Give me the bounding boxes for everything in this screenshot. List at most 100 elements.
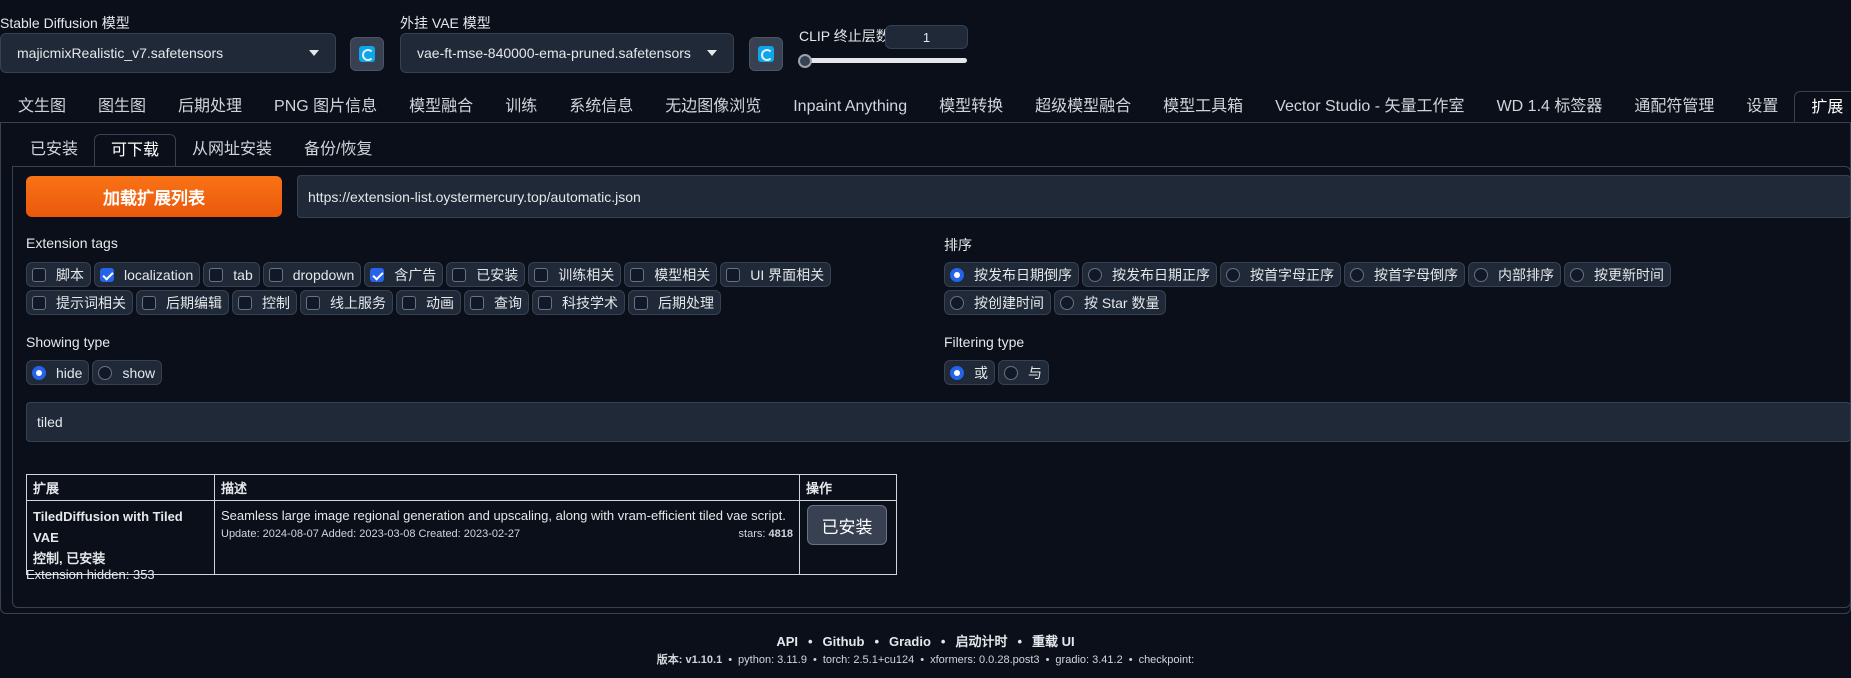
tab-12[interactable]: Vector Studio - 矢量工作室 [1259,91,1480,123]
checkbox[interactable] [306,295,320,310]
installed-button[interactable]: 已安装 [807,505,887,545]
tag-option[interactable]: 查询 [464,290,529,315]
checkbox[interactable] [726,267,741,282]
clip-skip-input[interactable]: 1 [885,25,968,49]
checkbox[interactable] [634,295,648,310]
radio-button[interactable] [950,267,964,282]
checkbox[interactable] [268,267,283,282]
tag-option[interactable]: localization [94,262,201,287]
checkbox[interactable] [452,267,467,282]
extension-index-url-input[interactable]: https://extension-list.oystermercury.top… [297,175,1851,218]
checkbox[interactable] [370,267,385,282]
footer-link-0[interactable]: API [776,634,798,649]
radio-button[interactable] [1226,267,1240,282]
radio-button[interactable] [98,365,113,380]
showing-type-option[interactable]: show [92,360,163,385]
sort-option-label: 按首字母正序 [1250,266,1334,283]
tab-16[interactable]: 扩展 [1794,91,1851,123]
tab-15[interactable]: 设置 [1730,91,1794,123]
checkbox[interactable] [100,267,114,282]
subtab-0[interactable]: 已安装 [14,134,94,166]
subtab-2[interactable]: 从网址安装 [176,134,288,166]
tab-5[interactable]: 训练 [489,91,553,123]
tag-option[interactable]: tab [203,262,260,287]
tag-option[interactable]: 已安装 [446,262,526,287]
footer-link-3[interactable]: 启动计时 [955,634,1007,649]
extension-name-link[interactable]: TiledDiffusion with Tiled VAE 控制, 已安装 [33,506,208,569]
checkbox[interactable] [142,295,156,310]
tab-7[interactable]: 无边图像浏览 [649,91,777,123]
tag-option[interactable]: 脚本 [26,262,91,287]
sort-option[interactable]: 按 Star 数量 [1054,290,1167,315]
tab-6[interactable]: 系统信息 [553,91,649,123]
tag-option[interactable]: 模型相关 [624,262,718,287]
tag-option[interactable]: 后期处理 [628,290,721,315]
sort-option[interactable]: 按发布日期倒序 [944,262,1079,287]
sd-model-select[interactable]: majicmixRealistic_v7.safetensors [0,33,336,73]
checkbox[interactable] [470,295,484,310]
sort-option[interactable]: 内部排序 [1468,262,1561,287]
showing-type-option[interactable]: hide [26,360,90,385]
checkbox[interactable] [630,267,645,282]
clip-skip-slider-track[interactable] [802,58,967,63]
radio-button[interactable] [1474,267,1488,282]
footer-link-4[interactable]: 重载 UI [1032,634,1075,649]
checkbox[interactable] [534,267,549,282]
tag-option[interactable]: UI 界面相关 [720,262,832,287]
tag-option-label: 后期处理 [658,294,714,311]
load-extension-list-button[interactable]: 加载扩展列表 [26,176,282,217]
checkbox[interactable] [402,295,416,310]
tag-option[interactable]: 含广告 [364,262,444,287]
vae-model-select[interactable]: vae-ft-mse-840000-ema-pruned.safetensors [400,33,734,73]
radio-button[interactable] [32,365,46,380]
sort-option[interactable]: 按首字母倒序 [1344,262,1465,287]
checkbox[interactable] [32,295,46,310]
tab-13[interactable]: WD 1.4 标签器 [1481,91,1619,123]
tag-option[interactable]: dropdown [262,262,362,287]
vae-refresh-button[interactable] [749,37,783,71]
tab-3[interactable]: PNG 图片信息 [258,91,393,123]
tab-8[interactable]: Inpaint Anything [777,91,923,123]
radio-button[interactable] [950,295,964,310]
tab-4[interactable]: 模型融合 [393,91,489,123]
footer-link-2[interactable]: Gradio [889,634,931,649]
tab-0[interactable]: 文生图 [2,91,82,123]
sort-option[interactable]: 按创建时间 [944,290,1051,315]
footer-link-1[interactable]: Github [823,634,865,649]
radio-button[interactable] [1570,267,1584,282]
filtering-type-option[interactable]: 与 [998,360,1049,385]
sort-option[interactable]: 按发布日期正序 [1082,262,1217,287]
clip-skip-label: CLIP 终止层数 [799,28,890,44]
tab-2[interactable]: 后期处理 [162,91,258,123]
tab-10[interactable]: 超级模型融合 [1019,91,1147,123]
footer-separator: • [874,634,879,649]
radio-button[interactable] [1350,267,1364,282]
clip-skip-slider-thumb[interactable] [798,54,812,68]
radio-button[interactable] [1060,295,1074,310]
subtab-3[interactable]: 备份/恢复 [288,134,388,166]
checkbox[interactable] [32,267,46,282]
extension-search-input[interactable]: tiled [26,402,1851,442]
sort-option[interactable]: 按首字母正序 [1220,262,1341,287]
tab-11[interactable]: 模型工具箱 [1147,91,1259,123]
tab-1[interactable]: 图生图 [82,91,162,123]
tab-14[interactable]: 通配符管理 [1618,91,1730,123]
tag-option[interactable]: 训练相关 [528,262,622,287]
sort-option[interactable]: 按更新时间 [1564,262,1671,287]
sd-refresh-button[interactable] [350,37,384,71]
filtering-type-option[interactable]: 或 [944,360,995,385]
subtab-1[interactable]: 可下载 [94,134,177,166]
tag-option[interactable]: 动画 [396,290,461,315]
tag-option[interactable]: 线上服务 [300,290,393,315]
radio-button[interactable] [950,365,964,380]
tab-9[interactable]: 模型转换 [923,91,1019,123]
radio-button[interactable] [1004,365,1018,380]
radio-button[interactable] [1088,267,1102,282]
tag-option[interactable]: 提示词相关 [26,290,133,315]
checkbox[interactable] [209,267,224,282]
tag-option[interactable]: 后期编辑 [136,290,229,315]
tag-option[interactable]: 控制 [232,290,297,315]
checkbox[interactable] [538,295,552,310]
tag-option[interactable]: 科技学术 [532,290,625,315]
checkbox[interactable] [238,295,252,310]
